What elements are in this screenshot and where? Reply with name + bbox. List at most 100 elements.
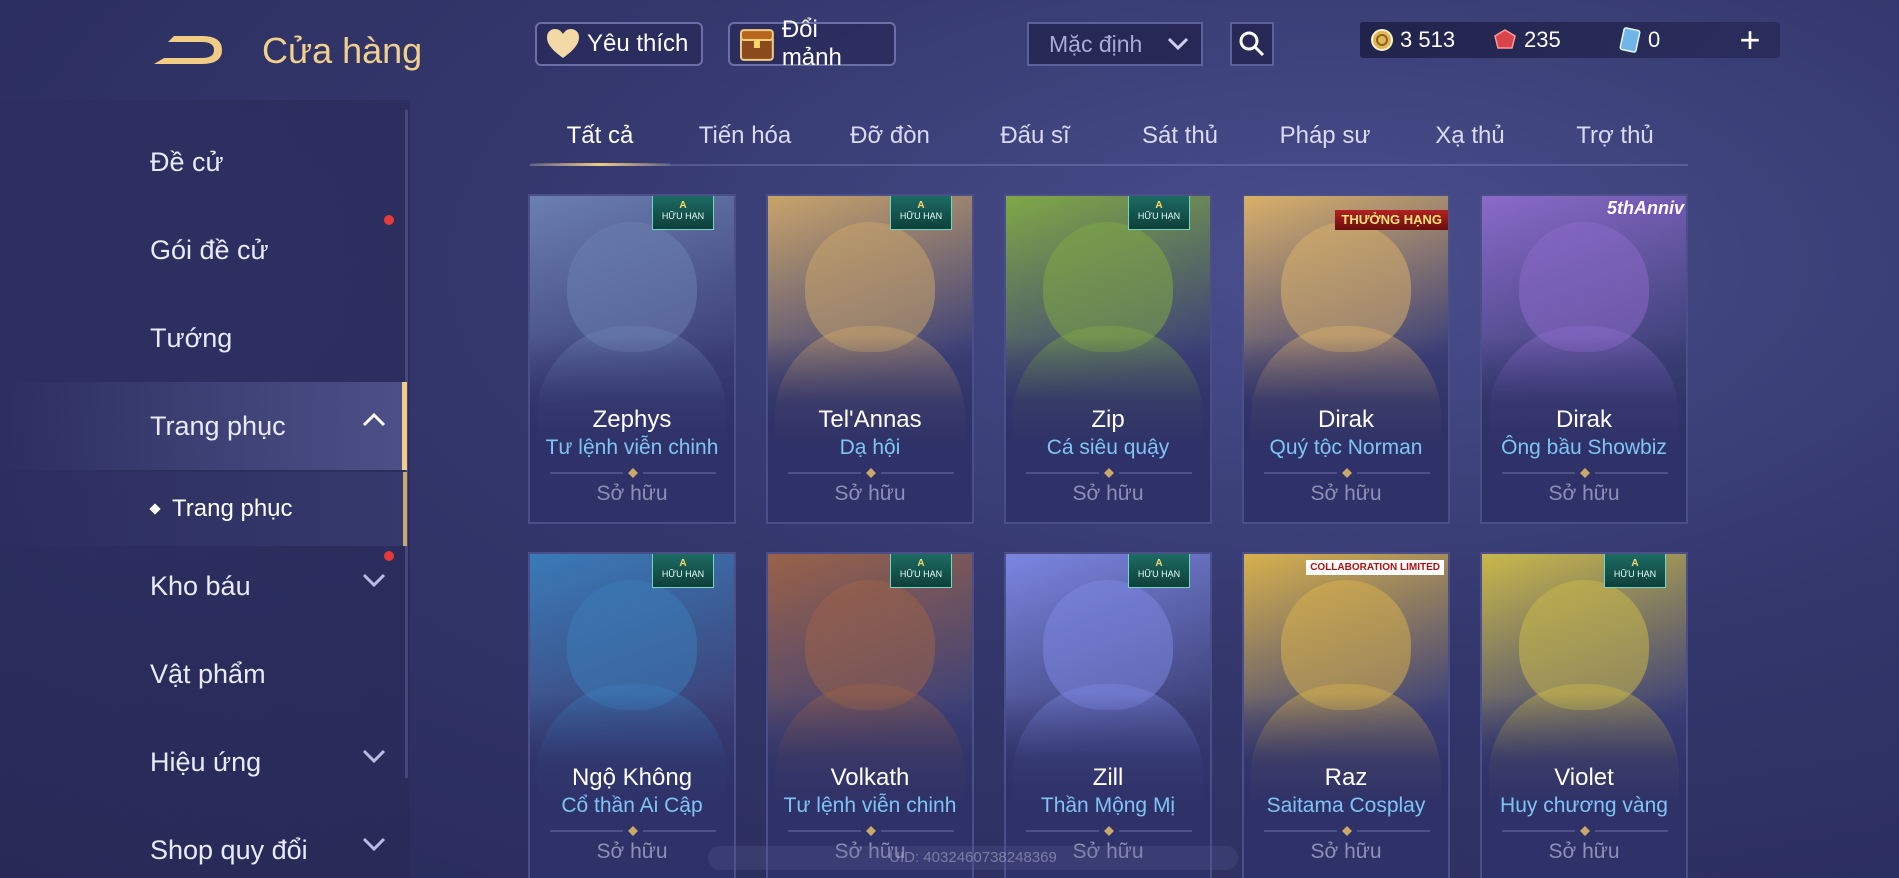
chevron-down-icon [1167, 37, 1189, 51]
favorites-button[interactable]: Yêu thích [535, 22, 703, 66]
tab-all[interactable]: Tất cả [530, 112, 670, 166]
chevron-down-icon [362, 749, 386, 764]
sidebar-item-items[interactable]: Vật phẩm [0, 630, 405, 718]
gold-balance: 3 513 [1370, 27, 1455, 53]
gold-coin-icon [1371, 29, 1393, 51]
limited-badge: A HỮU HẠN [1128, 554, 1190, 588]
sort-dropdown[interactable]: Mặc định [1027, 22, 1203, 66]
limited-badge: A HỮU HẠN [1604, 554, 1666, 588]
tab-tank[interactable]: Đỡ đòn [820, 112, 960, 164]
skin-card[interactable]: THƯỞNG HẠNG Dirak Quý tộc Norman Sở hữu [1242, 194, 1450, 524]
gold-amount: 3 513 [1400, 27, 1456, 52]
search-button[interactable] [1230, 22, 1274, 66]
ownership-status: Sở hữu [834, 482, 906, 505]
sidebar-item-recommended-packs[interactable]: Gói đề cử [0, 206, 405, 294]
hero-name: Zip [1091, 406, 1125, 433]
sort-value: Mặc định [1049, 30, 1143, 57]
tab-evolution[interactable]: Tiến hóa [675, 112, 815, 164]
voucher-amount: 0 [1648, 27, 1661, 52]
sidebar-subitem-skins[interactable]: Trang phục [0, 472, 407, 546]
ornament-divider [1026, 468, 1192, 478]
user-id-watermark: UID: 4032460738248369 [708, 846, 1238, 870]
fragment-exchange-button[interactable]: Đổi mảnh [728, 16, 896, 71]
hero-name: Ngộ Không [571, 764, 693, 791]
hero-name: Dirak [1555, 406, 1612, 433]
skin-card[interactable]: A HỮU HẠN Zill Thần Mộng Mị Sở hữu [1004, 552, 1212, 878]
chevron-down-icon [362, 573, 386, 588]
ornament-divider [1264, 826, 1430, 836]
ornament-divider [1502, 826, 1668, 836]
tab-support[interactable]: Trợ thủ [1545, 112, 1685, 164]
hero-name: Violet [1554, 764, 1614, 791]
tab-marksman[interactable]: Xạ thủ [1400, 112, 1540, 164]
top-bar: Cửa hàng Yêu thích Đổi mảnh Mặc định 3 5… [0, 0, 1899, 100]
skin-name: Quý tộc Norman [1269, 436, 1423, 459]
skin-name: Thần Mộng Mị [1040, 794, 1176, 817]
ownership-status: Sở hữu [596, 482, 668, 505]
skin-card[interactable]: A HỮU HẠN Zephys Tư lệnh viễn chinh Sở hữ… [528, 194, 736, 524]
tab-mage[interactable]: Pháp sư [1255, 112, 1395, 164]
sidebar-item-label: Gói đề cử [150, 234, 269, 265]
ownership-status: Sở hữu [596, 840, 668, 863]
fragment-exchange-label: Đổi mảnh [781, 16, 842, 71]
role-tabs: Tất cả Tiến hóa Đỡ đòn Đấu sĩ Sát thủ Ph… [530, 112, 1688, 166]
ruby-balance: 235 [1492, 27, 1561, 53]
back-arrow-icon [154, 36, 222, 64]
anniversary-badge: 5thAnniv [1606, 198, 1684, 218]
skin-name: Ông bầu Showbiz [1501, 436, 1667, 459]
currency-bar: 3 513 235 0 + [1360, 19, 1780, 60]
voucher-balance: 0 [1618, 27, 1660, 53]
chevron-up-icon [362, 412, 386, 427]
limited-badge: A HỮU HẠN [890, 196, 952, 230]
ownership-status: Sở hữu [1072, 482, 1144, 505]
skin-card[interactable]: A HỮU HẠN Ngộ Không Cổ thần Ai Cập Sở hữu [528, 552, 736, 878]
sidebar-item-effects[interactable]: Hiệu ứng [0, 718, 405, 806]
sidebar-item-label: Kho báu [150, 570, 251, 601]
skin-name: Huy chương vàng [1500, 794, 1668, 817]
sidebar-item-treasure[interactable]: Kho báu [0, 542, 405, 630]
tab-fighter[interactable]: Đấu sĩ [965, 112, 1105, 164]
skin-name: Cá siêu quậy [1046, 436, 1170, 459]
sidebar-subitem-label: Trang phục [172, 495, 293, 522]
back-button[interactable] [148, 28, 230, 72]
ownership-status: Sở hữu [1548, 840, 1620, 863]
bullet-icon [149, 503, 161, 515]
hero-name: Zephys [592, 406, 672, 433]
ruby-amount: 235 [1524, 27, 1561, 52]
notification-dot [384, 215, 394, 225]
skin-name: Tư lệnh viễn chinh [545, 436, 719, 459]
skin-card[interactable]: COLLABORATION LIMITED Raz Saitama Cospla… [1242, 552, 1450, 878]
tab-assassin[interactable]: Sát thủ [1110, 112, 1250, 164]
skin-name: Saitama Cosplay [1266, 794, 1426, 817]
sidebar-item-label: Đề cử [150, 146, 224, 177]
treasure-chest-icon [739, 29, 774, 61]
ownership-status: Sở hữu [1548, 482, 1620, 505]
sidebar-item-recommended[interactable]: Đề cử [0, 118, 405, 206]
sidebar-item-exchange-shop[interactable]: Shop quy đổi [0, 806, 405, 878]
skin-name: Cổ thần Ai Cập [561, 794, 703, 817]
skin-card[interactable]: A HỮU HẠN Violet Huy chương vàng Sở hữu [1480, 552, 1688, 878]
ornament-divider [1264, 468, 1430, 478]
skin-card[interactable]: A HỮU HẠN Volkath Tư lệnh viễn chinh Sở h… [766, 552, 974, 878]
skin-card[interactable]: A HỮU HẠN Zip Cá siêu quậy Sở hữu [1004, 194, 1212, 524]
collaboration-badge: COLLABORATION LIMITED [1306, 560, 1444, 575]
hero-name: Zill [1092, 764, 1124, 791]
favorites-label: Yêu thích [587, 30, 689, 57]
ornament-divider [550, 468, 716, 478]
ornament-divider [1026, 826, 1192, 836]
sidebar-item-label: Tướng [150, 322, 233, 353]
sidebar-item-label: Trang phục [150, 410, 286, 441]
skin-card[interactable]: A HỮU HẠN Tel'Annas Dạ hội Sở hữu [766, 194, 974, 524]
add-currency-button[interactable]: + [1732, 19, 1768, 60]
ornament-divider [1502, 468, 1668, 478]
skin-card[interactable]: 5thAnniv Dirak Ông bầu Showbiz Sở hữu [1480, 194, 1688, 524]
skin-name: Tư lệnh viễn chinh [783, 794, 957, 817]
hero-name: Volkath [830, 764, 910, 791]
sidebar-item-skins[interactable]: Trang phục [0, 382, 407, 470]
ownership-status: Sở hữu [1310, 482, 1382, 505]
notification-dot [384, 551, 394, 561]
skin-name: Dạ hội [839, 436, 901, 459]
sidebar-item-heroes[interactable]: Tướng [0, 294, 405, 382]
sidebar-item-label: Vật phẩm [150, 658, 266, 689]
hero-name: Dirak [1317, 406, 1374, 433]
